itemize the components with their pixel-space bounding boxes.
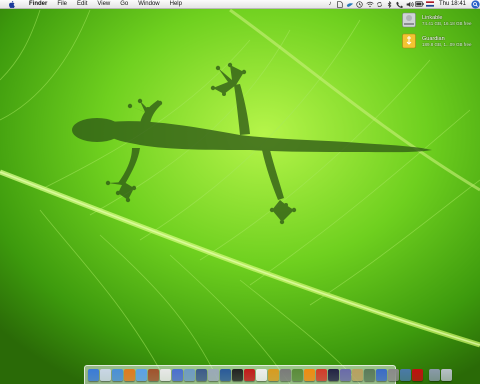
hard-drive-icon <box>402 12 416 28</box>
drive-info: 189.8 GB, 1...09 GB free <box>422 42 472 47</box>
stop-icon[interactable] <box>412 369 423 381</box>
downloads-stack-icon[interactable] <box>429 369 440 381</box>
menu-go[interactable]: Go <box>115 0 133 9</box>
script-icon[interactable] <box>364 369 375 381</box>
time-machine-icon[interactable] <box>355 0 365 9</box>
drive-linkable[interactable]: Linkable 74.41 GB, 16.18 GB free <box>402 12 478 28</box>
acrobat-icon[interactable] <box>244 369 255 381</box>
menu-file[interactable]: File <box>52 0 72 9</box>
bird-icon[interactable] <box>345 0 355 9</box>
spotlight-icon[interactable] <box>470 0 480 9</box>
menu-bar: Finder File Edit View Go Window Help ♪ T… <box>0 0 480 9</box>
menu-view[interactable]: View <box>92 0 115 9</box>
utility-icon[interactable] <box>280 369 291 381</box>
tools-icon[interactable] <box>352 369 363 381</box>
music-note-icon[interactable]: ♪ <box>325 0 335 9</box>
drive-guardian[interactable]: Guardian 189.8 GB, 1...09 GB free <box>402 33 478 49</box>
menu-edit[interactable]: Edit <box>72 0 92 9</box>
menu-app-name[interactable]: Finder <box>24 0 52 9</box>
speaker-icon[interactable] <box>405 0 415 9</box>
firefox-icon[interactable] <box>124 369 135 381</box>
textedit-icon[interactable] <box>256 369 267 381</box>
address-book-icon[interactable] <box>148 369 159 381</box>
flash-icon[interactable] <box>316 369 327 381</box>
menu-help[interactable]: Help <box>165 0 187 9</box>
finder-icon[interactable] <box>88 369 99 381</box>
menubar-clock[interactable]: Thu 18:41 <box>435 0 470 9</box>
network-icon[interactable] <box>268 369 279 381</box>
sync-icon[interactable] <box>375 0 385 9</box>
ichat-icon[interactable] <box>136 369 147 381</box>
widget-icon[interactable] <box>340 369 351 381</box>
drive-info: 74.41 GB, 16.18 GB free <box>422 21 472 26</box>
dashboard-icon[interactable] <box>328 369 339 381</box>
xcode-icon[interactable] <box>376 369 387 381</box>
itunes-icon[interactable] <box>172 369 183 381</box>
imovie-icon[interactable] <box>196 369 207 381</box>
trash-icon[interactable] <box>441 369 452 381</box>
battery-icon[interactable] <box>415 0 425 9</box>
chess-icon[interactable] <box>292 369 303 381</box>
dock <box>84 365 452 384</box>
system-prefs-icon[interactable] <box>388 369 399 381</box>
ical-icon[interactable] <box>160 369 171 381</box>
desktop[interactable]: Finder File Edit View Go Window Help ♪ T… <box>0 0 480 384</box>
wifi-icon[interactable] <box>365 0 375 9</box>
wallpaper <box>0 0 480 384</box>
usb-drive-icon <box>402 33 416 49</box>
terminal-icon[interactable] <box>232 369 243 381</box>
iphoto-icon[interactable] <box>184 369 195 381</box>
photoshop-icon[interactable] <box>220 369 231 381</box>
apple-icon <box>9 0 15 8</box>
apple-menu[interactable] <box>0 0 24 8</box>
menu-window[interactable]: Window <box>133 0 164 9</box>
mail-icon[interactable] <box>100 369 111 381</box>
safari-icon[interactable] <box>112 369 123 381</box>
app-store-icon[interactable] <box>400 369 411 381</box>
menu-extras: ♪ Thu 18:41 <box>325 0 480 9</box>
flag-icon[interactable] <box>425 0 435 9</box>
phone-icon[interactable] <box>395 0 405 9</box>
bluetooth-icon[interactable] <box>385 0 395 9</box>
preview-icon[interactable] <box>208 369 219 381</box>
script-menu-icon[interactable] <box>335 0 345 9</box>
vlc-icon[interactable] <box>304 369 315 381</box>
